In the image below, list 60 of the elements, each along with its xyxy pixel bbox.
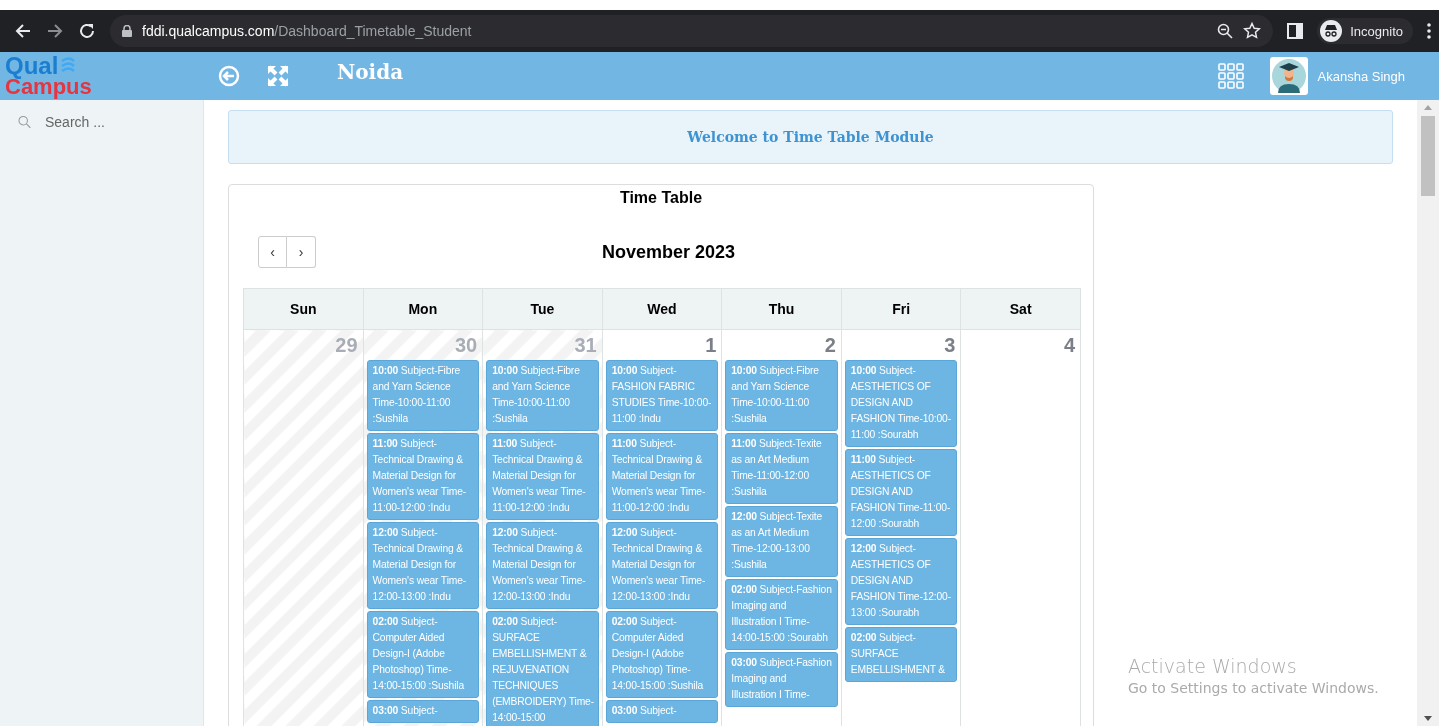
calendar-event[interactable]: 03:00 Subject- xyxy=(605,700,719,723)
user-name[interactable]: Akansha Singh xyxy=(1317,68,1405,84)
day-number: 29 xyxy=(335,334,358,356)
wave-icon xyxy=(60,56,77,75)
card-title: Time Table xyxy=(618,189,704,207)
calendar-event[interactable]: 12:00 Subject-Technical Drawing & Material Design for Women's wear Time-12:00-13:00 :Indu xyxy=(366,522,480,609)
day-number: 2 xyxy=(824,334,836,356)
calendar-event[interactable]: 10:00 Subject-AESTHETICS OF DESIGN AND FASHION Time-10:00-11:00 :Sourabh xyxy=(844,360,958,447)
next-month-button[interactable]: › xyxy=(287,236,316,268)
calendar-event[interactable]: 12:00 Subject-Technical Drawing & Material Design for Women's wear Time-12:00-13:00 :Indu xyxy=(605,522,719,609)
activation-notice-title: Activate Windows xyxy=(1128,655,1298,677)
back-icon[interactable] xyxy=(14,22,32,40)
day-number: 3 xyxy=(944,334,956,356)
weekday-header: Wed xyxy=(602,288,722,330)
month-title: November 2023 xyxy=(601,241,736,263)
forward-icon[interactable] xyxy=(46,22,64,40)
day-number: 1 xyxy=(705,334,717,356)
avatar-icon[interactable] xyxy=(1269,57,1308,95)
calendar-event[interactable]: 11:00 Subject-Technical Drawing & Material Design for Women's wear Time-11:00-12:00 :Indu xyxy=(605,433,719,520)
more-menu-icon[interactable] xyxy=(1427,23,1431,39)
weekday-header: Mon xyxy=(363,288,483,330)
welcome-banner-text: Welcome to Time Table Module xyxy=(687,129,934,145)
calendar-event[interactable]: 02:00 Subject-Computer Aided Design-I (Adobe Photoshop) Time-14:00-15:00 :Sushila xyxy=(366,611,480,698)
weekday-header: Sun xyxy=(243,288,364,330)
scrollbar-thumb[interactable] xyxy=(1421,116,1435,196)
incognito-profile-button[interactable]: Incognito xyxy=(1317,18,1413,44)
calendar-event[interactable]: 11:00 Subject-Technical Drawing & Material Design for Women's wear Time-11:00-12:00 :Indu xyxy=(486,433,599,520)
calendar-event[interactable]: 10:00 Subject-Fibre and Yarn Science Time-10:00-11:00 :Sushila xyxy=(725,360,838,431)
calendar-event[interactable]: 02:00 Subject-SURFACE EMBELLISHMENT & xyxy=(844,627,958,682)
calendar-event[interactable]: 02:00 Subject-SURFACE EMBELLISHMENT & REJUVENATION TECHNIQUES (EMBROIDERY) Time-14:00-15:00 xyxy=(486,611,599,726)
calendar-event[interactable]: 11:00 Subject-Texite as an Art Medium Time-11:00-12:00 :Sushila xyxy=(725,433,838,504)
calendar-event[interactable]: 10:00 Subject-Fibre and Yarn Science Time-10:00-11:00 :Sushila xyxy=(366,360,480,431)
day-number: 30 xyxy=(454,334,478,356)
calendar-event[interactable]: 11:00 Subject-Technical Drawing & Material Design for Women's wear Time-11:00-12:00 :Indu xyxy=(366,433,480,520)
weekday-header: Sat xyxy=(960,288,1081,330)
weekday-header: Fri xyxy=(841,288,961,330)
calendar-event[interactable]: 10:00 Subject-FASHION FABRIC STUDIES Time-10:00-11:00 :Indu xyxy=(605,360,719,431)
calendar-event[interactable]: 02:00 Subject-Fashion Imaging and Illustration I Time-14:00-15:00 :Sourabh xyxy=(725,579,838,650)
calendar-event[interactable]: 12:00 Subject-Technical Drawing & Material Design for Women's wear Time-12:00-13:00 :Indu xyxy=(486,522,599,609)
calendar-event[interactable]: 12:00 Subject-Texite as an Art Medium Time-12:00-13:00 :Sushila xyxy=(725,506,838,577)
calendar-event[interactable]: 03:00 Subject- xyxy=(366,700,480,723)
incognito-icon xyxy=(1320,20,1343,42)
day-number: 4 xyxy=(1063,334,1075,356)
calendar-event[interactable]: 12:00 Subject-AESTHETICS OF DESIGN AND FASHION Time-12:00-13:00 :Sourabh xyxy=(844,538,958,625)
side-panel-icon[interactable] xyxy=(1287,23,1304,39)
calendar-event[interactable]: 10:00 Subject-Fibre and Yarn Science Time-10:00-11:00 :Sushila xyxy=(486,360,599,431)
reload-icon[interactable] xyxy=(78,22,96,40)
previous-month-button[interactable]: ‹ xyxy=(258,236,287,268)
star-icon[interactable] xyxy=(1243,22,1262,40)
activation-notice-text: Go to Settings to activate Windows. xyxy=(1128,680,1379,696)
search-field[interactable]: Search ... xyxy=(45,114,185,130)
calendar-event[interactable]: 02:00 Subject-Computer Aided Design-I (Adobe Photoshop) Time-14:00-15:00 :Sushila xyxy=(605,611,719,698)
calendar-event[interactable]: 03:00 Subject-Fashion Imaging and Illustration I Time- xyxy=(725,652,838,707)
calendar-event[interactable]: 11:00 Subject-AESTHETICS OF DESIGN AND FASHION Time-11:00-12:00 :Sourabh xyxy=(844,449,958,536)
day-number: 31 xyxy=(574,334,597,356)
zoom-out-icon[interactable] xyxy=(1217,23,1234,39)
weekday-header: Thu xyxy=(721,288,842,330)
lock-icon xyxy=(122,25,132,37)
location-title: Noida xyxy=(337,60,405,84)
weekday-header: Tue xyxy=(482,288,603,330)
